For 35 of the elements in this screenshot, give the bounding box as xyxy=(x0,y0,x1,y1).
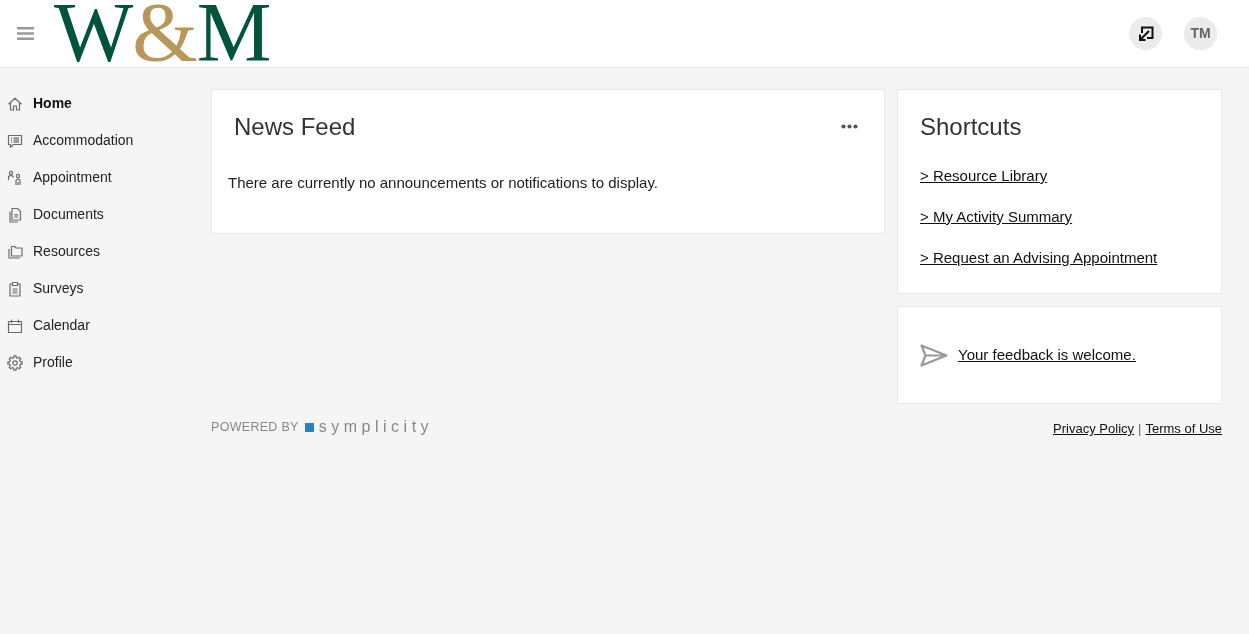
footer-link[interactable]: Privacy Policy xyxy=(1053,419,1135,439)
clipboard-icon xyxy=(7,280,23,297)
documents-icon xyxy=(7,206,23,223)
sidebar-item[interactable]: Calendar xyxy=(0,307,200,344)
send-icon xyxy=(920,343,948,367)
sidebar-item[interactable]: Accommodation xyxy=(0,122,200,159)
footer-link[interactable]: Terms of Use xyxy=(1145,419,1222,439)
sidebar-item[interactable]: Home xyxy=(0,85,200,122)
empty-feed-message: There are currently no announcements or notifications to display. xyxy=(228,173,659,193)
card-title: News Feed xyxy=(234,112,356,141)
people-icon xyxy=(7,169,23,186)
square-icon xyxy=(304,422,314,432)
separator: | xyxy=(1138,420,1142,438)
shortcut-link[interactable]: > Request an Advising Appointment xyxy=(920,248,1158,268)
chat-list-icon xyxy=(7,132,23,149)
shortcut-link[interactable]: > My Activity Summary xyxy=(920,207,1073,227)
feedback-link[interactable]: Your feedback is welcome. xyxy=(958,343,1136,367)
card-title: Shortcuts xyxy=(920,112,1023,141)
sidebar-item[interactable]: Documents xyxy=(0,196,200,233)
sidebar-item[interactable]: Surveys xyxy=(0,270,200,307)
more-options-icon[interactable] xyxy=(841,124,858,129)
shortcut-link[interactable]: > Resource Library xyxy=(920,166,1048,186)
logo[interactable]: W&M xyxy=(54,2,271,64)
expand-button[interactable] xyxy=(1129,17,1162,50)
sidebar-item[interactable]: Resources xyxy=(0,233,200,270)
menu-icon[interactable] xyxy=(17,27,34,40)
user-avatar[interactable]: TM xyxy=(1184,17,1217,50)
brand-name: symplicity xyxy=(318,417,434,437)
folders-icon xyxy=(7,243,23,260)
home-icon xyxy=(7,95,23,112)
sidebar-item[interactable]: Appointment xyxy=(0,159,200,196)
settings-icon xyxy=(7,354,23,371)
powered-by-label: POWERED BY xyxy=(211,418,299,436)
sidebar-item[interactable]: Profile xyxy=(0,344,200,381)
calendar-icon xyxy=(7,317,23,334)
